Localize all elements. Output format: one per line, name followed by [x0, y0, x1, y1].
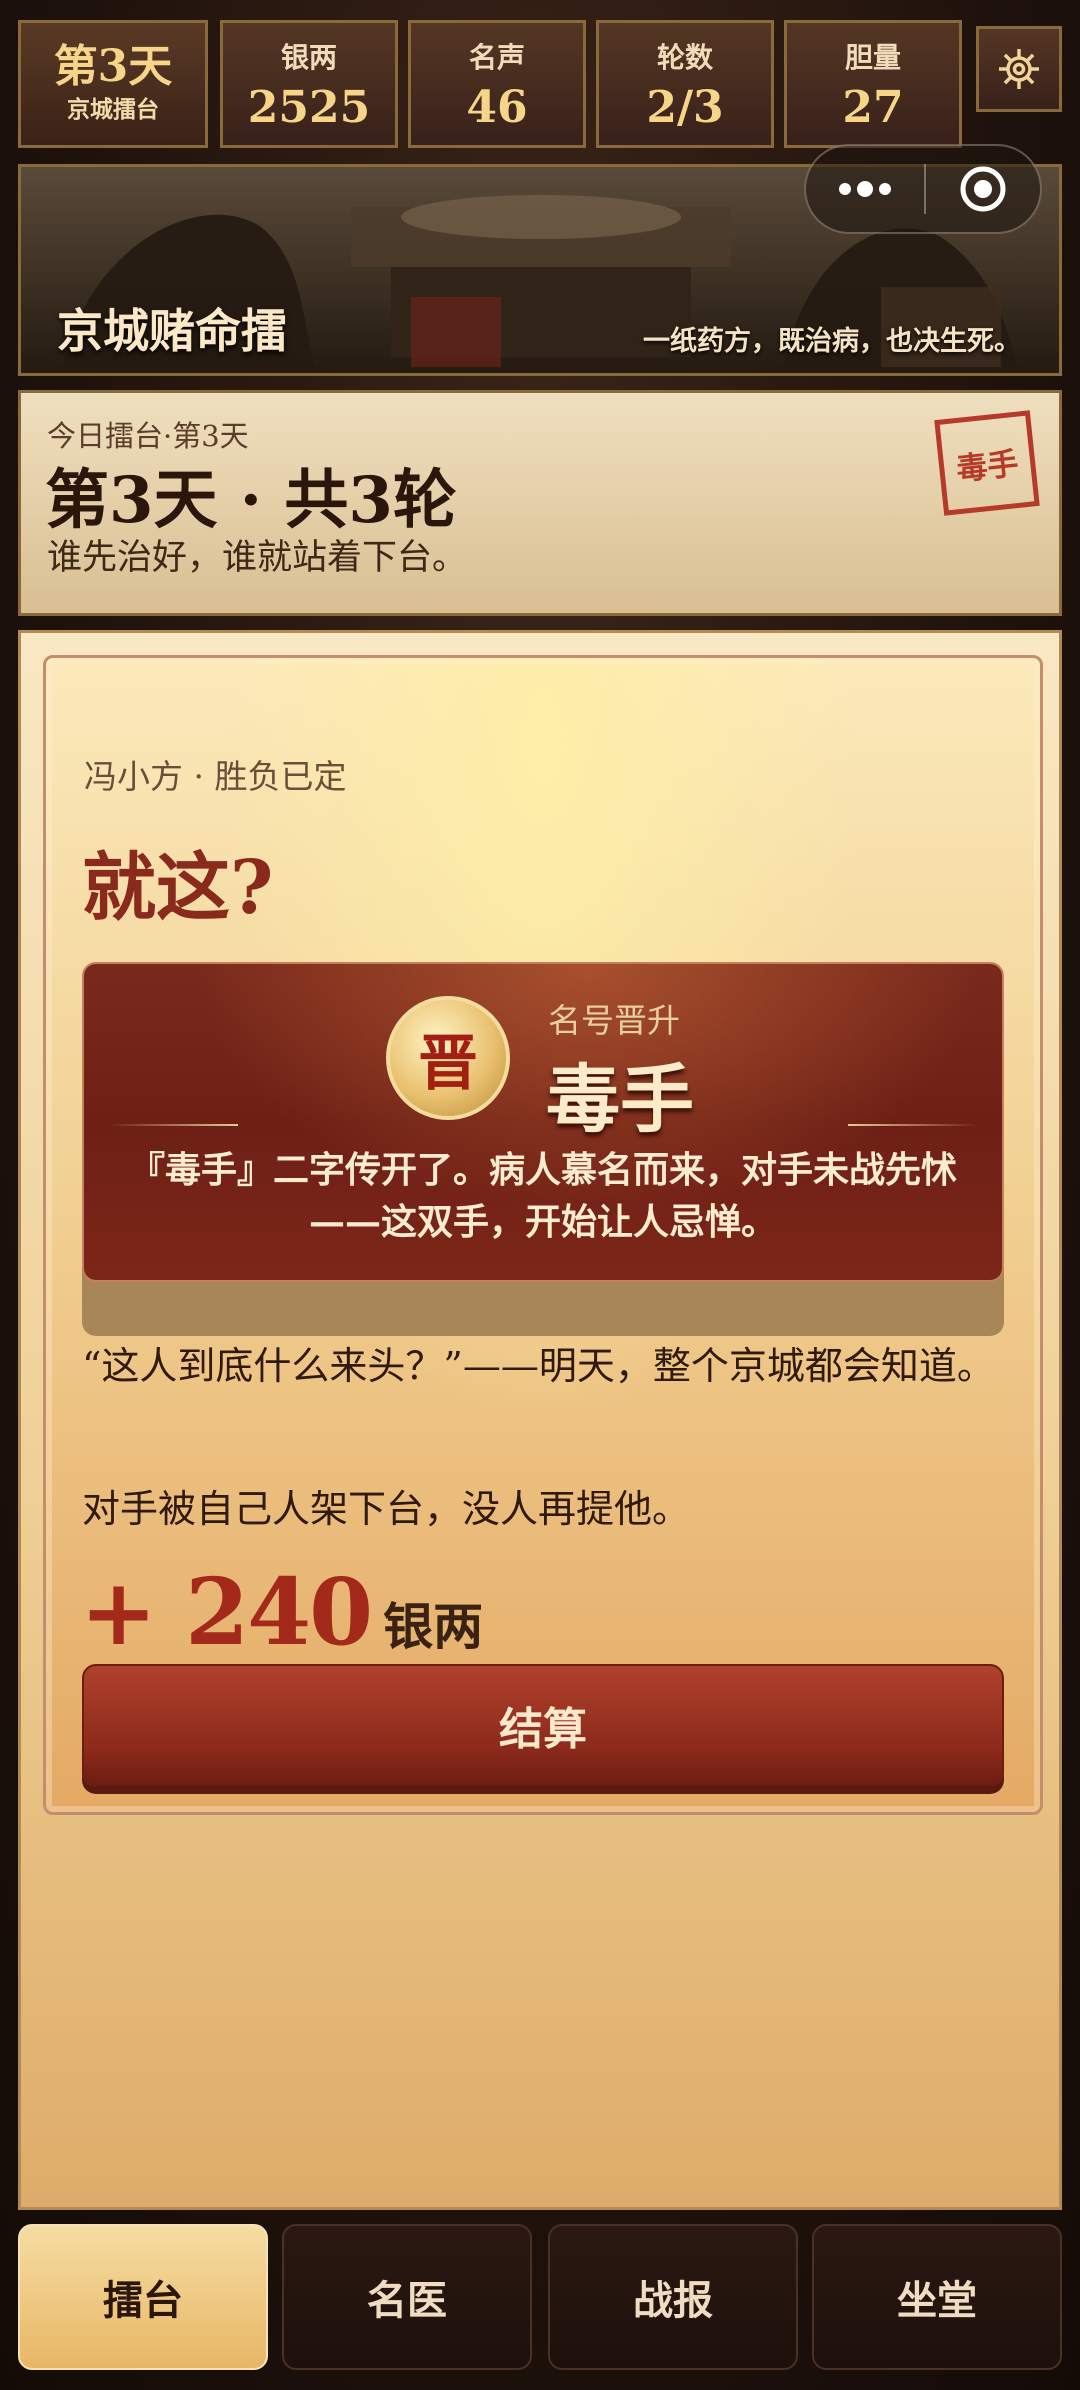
promotion-title: 毒手	[546, 1057, 694, 1143]
miniprogram-capsule	[804, 144, 1042, 234]
title-promotion-card: 晋 名号晋升 毒手 『毒手』二字传开了。病人慕名而来，对手未战先怵——这双手，开…	[82, 962, 1004, 1282]
title-stamp: 毒手	[934, 410, 1040, 516]
stat-label: 名声	[468, 40, 525, 74]
target-icon	[960, 166, 1006, 212]
result-card: 冯小方 · 胜负已定 就这? 晋 名号晋升 毒手 『毒手』二字传开了。病人慕名而…	[43, 655, 1043, 1815]
more-button[interactable]	[806, 179, 924, 199]
settle-button[interactable]: 结算	[82, 1664, 1004, 1786]
main-panel: 冯小方 · 胜负已定 就这? 晋 名号晋升 毒手 『毒手』二字传开了。病人慕名而…	[18, 630, 1062, 2210]
stat-silver: 银两 2525	[220, 20, 398, 148]
banner-title: 京城赌命擂	[57, 304, 287, 358]
arena-heading: 第3天 · 共3轮	[45, 463, 457, 538]
promotion-seal: 晋	[386, 996, 510, 1120]
result-exclamation: 就这?	[82, 845, 274, 931]
tab-battle-report[interactable]: 战报	[548, 2224, 798, 2370]
tab-famous-doctors[interactable]: 名医	[282, 2224, 532, 2370]
reward: + 240 银两	[80, 1558, 483, 1666]
promotion-label: 名号晋升	[548, 1001, 680, 1040]
stat-label: 轮数	[656, 40, 713, 74]
stat-value: 46	[466, 81, 528, 133]
reward-unit: 银两	[383, 1597, 484, 1656]
result-status: 冯小方 · 胜负已定	[84, 757, 347, 796]
stat-value: 2/3	[646, 81, 724, 133]
day-number: 第3天	[53, 40, 173, 92]
divider-left	[108, 1124, 238, 1126]
daily-arena-card: 今日擂台·第3天 第3天 · 共3轮 谁先治好，谁就站着下台。 毒手	[18, 390, 1062, 616]
result-quote: “这人到底什么来头？”——明天，整个京城都会知道。	[82, 1344, 995, 1388]
arena-description: 谁先治好，谁就站着下台。	[47, 538, 468, 578]
gear-icon	[999, 49, 1039, 89]
more-dots-icon	[839, 181, 891, 197]
banner-motto: 一纸药方，既治病，也决生死。	[643, 326, 1021, 357]
result-note: 对手被自己人架下台，没人再提他。	[82, 1487, 691, 1531]
bottom-nav: 擂台 名医 战报 坐堂	[18, 2224, 1062, 2370]
tab-arena[interactable]: 擂台	[18, 2224, 268, 2370]
stat-label: 胆量	[844, 40, 901, 74]
stat-value: 27	[842, 81, 904, 133]
stat-round: 轮数 2/3	[596, 20, 774, 148]
stat-courage: 胆量 27	[784, 20, 962, 148]
arena-name: 京城擂台	[67, 96, 159, 124]
reward-amount: + 240	[80, 1558, 373, 1666]
settings-button[interactable]	[976, 26, 1062, 112]
stats-bar: 第3天 京城擂台 银两 2525 名声 46 轮数 2/3 胆量 27	[18, 20, 1062, 152]
promotion-description: 『毒手』二字传开了。病人慕名而来，对手未战先怵——这双手，开始让人忌惮。	[128, 1149, 957, 1243]
divider-right	[848, 1124, 978, 1126]
stat-fame: 名声 46	[408, 20, 586, 148]
stat-value: 2525	[247, 81, 371, 133]
close-miniprogram-button[interactable]	[926, 164, 1040, 214]
day-indicator: 第3天 京城擂台	[18, 20, 208, 148]
tab-clinic[interactable]: 坐堂	[812, 2224, 1062, 2370]
stat-label: 银两	[280, 40, 337, 74]
